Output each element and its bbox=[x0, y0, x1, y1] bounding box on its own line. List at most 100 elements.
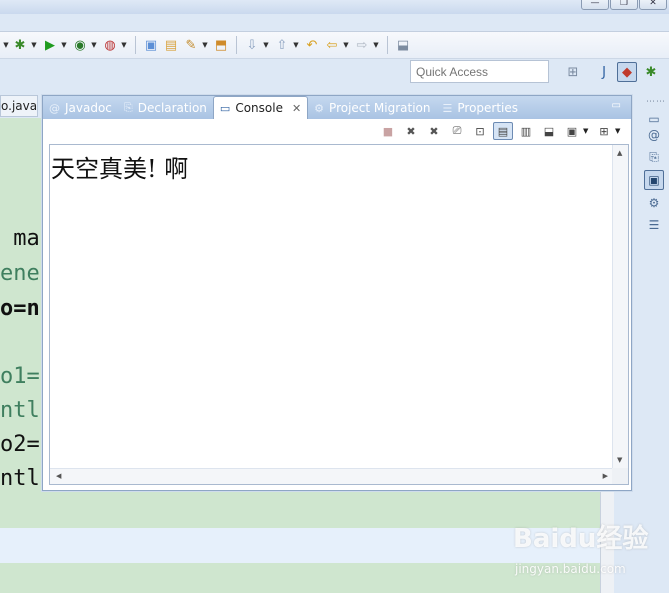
trim-drag-handle[interactable]: ⋯⋯ bbox=[646, 97, 666, 107]
open-type-button[interactable]: ⬒ bbox=[211, 34, 231, 56]
display-selected-console-icon[interactable]: ▣ bbox=[562, 122, 582, 140]
tab-javadoc[interactable]: @ Javadoc bbox=[43, 97, 118, 119]
debug-icon: ✱ bbox=[14, 37, 26, 53]
properties-icon: ☰ bbox=[442, 101, 453, 115]
dropdown-arrow-icon[interactable]: ▼ bbox=[342, 41, 350, 49]
java-ee-perspective-icon[interactable]: ◆ bbox=[617, 62, 637, 82]
trim-declaration-icon[interactable]: ⎘ bbox=[644, 147, 664, 167]
console-horizontal-scrollbar[interactable]: ◀ ▶ bbox=[50, 468, 614, 484]
debug-perspective-icon[interactable]: ✱ bbox=[641, 62, 661, 82]
run-button[interactable]: ▶ ▼ bbox=[40, 34, 70, 56]
quick-access-input[interactable] bbox=[410, 60, 549, 83]
open-console-icon[interactable]: ⊞ bbox=[594, 122, 614, 140]
console-vertical-scrollbar[interactable]: ▲ ▼ bbox=[612, 145, 628, 468]
remove-launch-icon[interactable]: ✖ bbox=[401, 122, 421, 140]
minimize-view-stack-icon[interactable]: ▭ bbox=[612, 100, 621, 111]
tab-label: Javadoc bbox=[65, 101, 112, 115]
external-tools-button[interactable]: ◍ ▼ bbox=[100, 34, 130, 56]
editor-tab[interactable]: o.java bbox=[0, 95, 38, 117]
window-controls: — ❐ ✕ bbox=[581, 0, 667, 10]
open-folder-icon: ▤ bbox=[164, 37, 178, 53]
dropdown-arrow-icon[interactable]: ▼ bbox=[201, 41, 209, 49]
scroll-lock-icon[interactable]: ⊡ bbox=[470, 122, 490, 140]
code-line: o=n bbox=[0, 296, 40, 321]
dropdown-arrow-icon[interactable]: ▼ bbox=[120, 41, 128, 49]
scroll-right-arrow-icon[interactable]: ▶ bbox=[603, 472, 608, 480]
dropdown-arrow-icon[interactable]: ▼ bbox=[292, 41, 300, 49]
pin-editor-icon: ⬓ bbox=[396, 37, 410, 53]
close-window-button[interactable]: ✕ bbox=[639, 0, 667, 10]
dropdown-arrow-icon[interactable]: ▼ bbox=[615, 127, 623, 135]
wrench-button[interactable]: ✎ ▼ bbox=[181, 34, 211, 56]
dropdown-arrow-icon[interactable]: ▼ bbox=[30, 41, 38, 49]
views-tab-bar: @ Javadoc ⎘ Declaration ▭ Console ✕ ⚙ Project Mi… bbox=[43, 96, 631, 119]
current-line-highlight bbox=[0, 528, 600, 563]
baidu-watermark: Baidu经验 jingyan.baidu.com bbox=[513, 518, 663, 583]
show-console-on-output-icon[interactable]: ▤ bbox=[493, 122, 513, 140]
code-line: o1= bbox=[0, 364, 40, 389]
code-line: ma bbox=[0, 226, 40, 251]
prev-annotation-button[interactable]: ⇧ ▼ bbox=[272, 34, 302, 56]
java-perspective-icon[interactable]: J bbox=[594, 62, 614, 82]
back-icon: ⇦ bbox=[326, 37, 338, 53]
dropdown-arrow-icon[interactable]: ▼ bbox=[262, 41, 270, 49]
new-java-project-icon: ▣ bbox=[144, 37, 158, 53]
last-edit-button[interactable]: ↶ bbox=[302, 34, 322, 56]
open-folder-button[interactable]: ▤ bbox=[161, 34, 181, 56]
dropdown-arrow-icon[interactable]: ▼ bbox=[90, 41, 98, 49]
project-migration-icon: ⚙ bbox=[314, 101, 325, 115]
pin-editor-button[interactable]: ⬓ bbox=[393, 34, 413, 56]
next-annotation-button[interactable]: ⇩ ▼ bbox=[242, 34, 272, 56]
open-type-icon: ⬒ bbox=[214, 37, 228, 53]
show-console-on-error-icon[interactable]: ▥ bbox=[516, 122, 536, 140]
coverage-button[interactable]: ◉ ▼ bbox=[70, 34, 100, 56]
tab-declaration[interactable]: ⎘ Declaration bbox=[118, 97, 213, 119]
prev-annotation-icon: ⇧ bbox=[276, 37, 288, 53]
forward-icon: ⇨ bbox=[356, 37, 368, 53]
tab-properties[interactable]: ☰ Properties bbox=[437, 97, 525, 119]
remove-all-terminated-icon[interactable]: ✖ bbox=[424, 122, 444, 140]
tab-label: Properties bbox=[457, 101, 519, 115]
main-toolbar: ▼ ✱ ▼ ▶ ▼ ◉ ▼ ◍ ▼ ▣ ▤ ✎ ▼ ⬒ ⇩ ▼ ⇧ ▼ ↶ ⇦ ▼ ⇨ ▼ ⬓ bbox=[0, 31, 669, 59]
dropdown-arrow-icon[interactable]: ▼ bbox=[372, 41, 380, 49]
forward-button[interactable]: ⇨ ▼ bbox=[352, 34, 382, 56]
code-line: ntl bbox=[0, 466, 40, 491]
right-trim-stack: ⋯⋯ ▭ @ ⎘ ▣ ⚙ ☰ bbox=[638, 95, 669, 490]
code-line: ntl bbox=[0, 398, 40, 423]
watermark-url: jingyan.baidu.com bbox=[515, 562, 626, 576]
toolbar-separator bbox=[236, 36, 237, 54]
tab-label: Declaration bbox=[137, 101, 207, 115]
console-view[interactable]: 天空真美! 啊 ▲ ▼ ◀ ▶ bbox=[49, 144, 629, 485]
toolbar-leading-dropdown-icon[interactable]: ▼ bbox=[2, 41, 10, 49]
minimize-button[interactable]: — bbox=[581, 0, 609, 10]
code-line: o2= bbox=[0, 432, 40, 457]
trim-javadoc-icon[interactable]: @ bbox=[644, 125, 664, 145]
back-button[interactable]: ⇦ ▼ bbox=[322, 34, 352, 56]
tab-console[interactable]: ▭ Console ✕ bbox=[212, 96, 309, 119]
tab-label: Console bbox=[235, 101, 283, 115]
wrench-icon: ✎ bbox=[185, 37, 197, 53]
tab-project-migration[interactable]: ⚙ Project Migration bbox=[308, 97, 436, 119]
dropdown-arrow-icon[interactable]: ▼ bbox=[583, 127, 591, 135]
run-icon: ▶ bbox=[45, 37, 55, 53]
debug-button[interactable]: ✱ ▼ bbox=[10, 34, 40, 56]
restore-button[interactable]: ❐ bbox=[610, 0, 638, 10]
console-output: 天空真美! 啊 bbox=[51, 155, 189, 183]
open-perspective-icon[interactable]: ⊞ bbox=[563, 62, 583, 82]
external-tools-icon: ◍ bbox=[104, 37, 116, 53]
scroll-down-arrow-icon[interactable]: ▼ bbox=[617, 456, 622, 464]
dropdown-arrow-icon[interactable]: ▼ bbox=[60, 41, 68, 49]
pin-console-icon[interactable]: ⬓ bbox=[539, 122, 559, 140]
trim-properties-icon[interactable]: ☰ bbox=[644, 215, 664, 235]
close-tab-icon[interactable]: ✕ bbox=[292, 102, 301, 115]
trim-console-icon[interactable]: ▣ bbox=[644, 170, 664, 190]
scroll-left-arrow-icon[interactable]: ◀ bbox=[56, 472, 61, 480]
trim-project-migration-icon[interactable]: ⚙ bbox=[644, 193, 664, 213]
window-title-bar: — ❐ ✕ bbox=[0, 0, 669, 14]
clear-console-icon[interactable]: ⎚ bbox=[447, 122, 467, 140]
new-java-project-button[interactable]: ▣ bbox=[141, 34, 161, 56]
next-annotation-icon: ⇩ bbox=[246, 37, 258, 53]
terminate-icon[interactable]: ■ bbox=[378, 122, 398, 140]
coverage-icon: ◉ bbox=[74, 37, 86, 53]
scroll-up-arrow-icon[interactable]: ▲ bbox=[617, 149, 622, 157]
